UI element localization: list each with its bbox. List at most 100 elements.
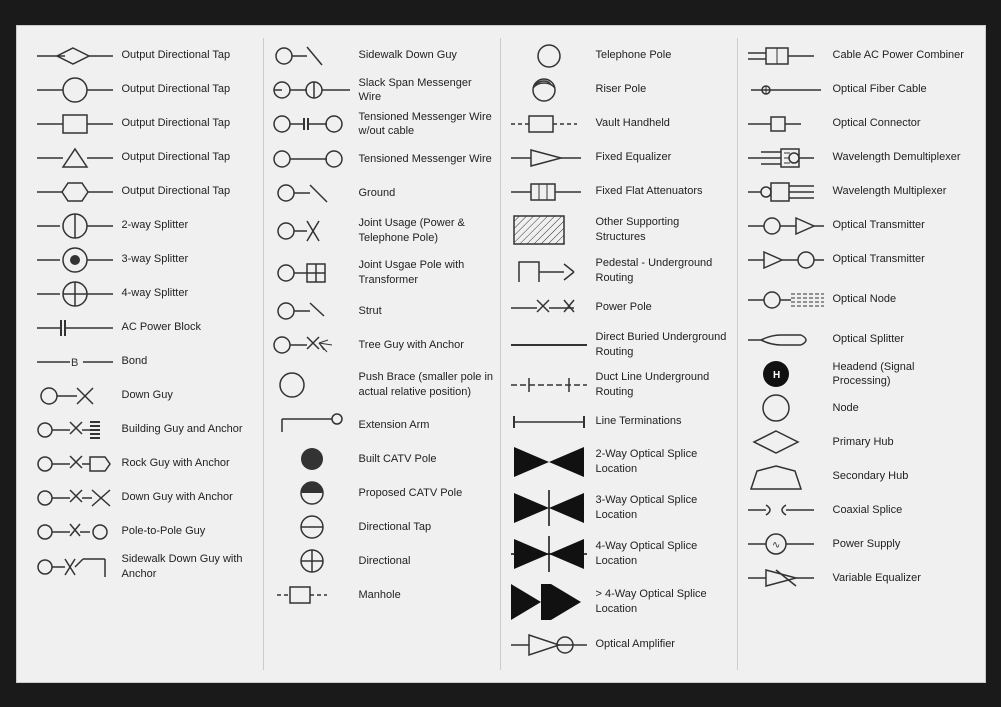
list-item: Sidewalk Down Guy bbox=[270, 42, 494, 70]
label: Headend (Signal Processing) bbox=[833, 360, 969, 389]
symbol-4way-optical-splice bbox=[507, 534, 592, 574]
label: Down Guy bbox=[122, 388, 173, 402]
list-item: Joint Usgae Pole with Transformer bbox=[270, 255, 494, 291]
list-item: Other Supporting Structures bbox=[507, 212, 731, 248]
symbol-extension-arm bbox=[270, 412, 355, 438]
list-item: Ground bbox=[270, 179, 494, 207]
list-item: Line Terminations bbox=[507, 408, 731, 436]
label: Output Directional Tap bbox=[122, 116, 231, 130]
list-item: Secondary Hub bbox=[744, 462, 969, 490]
symbol-square-line bbox=[33, 111, 118, 137]
label: Duct Line Underground Routing bbox=[596, 370, 731, 399]
label: Tree Guy with Anchor bbox=[359, 338, 464, 352]
symbol-strut bbox=[270, 298, 355, 324]
label: 3-Way Optical Splice Location bbox=[596, 493, 731, 522]
symbol-pedestal-underground bbox=[507, 254, 592, 288]
label: Sidewalk Down Guy with Anchor bbox=[122, 552, 257, 581]
svg-text:H: H bbox=[773, 370, 780, 381]
symbol-circle-line bbox=[33, 77, 118, 103]
symbol-wavelength-demux bbox=[744, 145, 829, 171]
label: 4-way Splitter bbox=[122, 286, 189, 300]
list-item: Variable Equalizer bbox=[744, 564, 969, 592]
label: Joint Usgae Pole with Transformer bbox=[359, 258, 494, 287]
symbol-optical-amplifier bbox=[507, 630, 592, 660]
symbol-fixed-equalizer bbox=[507, 145, 592, 171]
list-item: Power Pole bbox=[507, 294, 731, 322]
symbol-building-guy-anchor bbox=[33, 417, 118, 443]
label: Ground bbox=[359, 186, 396, 200]
label: Rock Guy with Anchor bbox=[122, 456, 230, 470]
list-item: Output Directional Tap bbox=[33, 110, 257, 138]
symbol-cable-ac-power-combiner bbox=[744, 43, 829, 69]
label: Telephone Pole bbox=[596, 48, 672, 62]
label: 3-way Splitter bbox=[122, 252, 189, 266]
symbol-node bbox=[744, 395, 829, 421]
symbol-sidewalk-down-guy bbox=[270, 43, 355, 69]
column-1: Output Directional Tap Output Directiona… bbox=[27, 38, 264, 670]
label: Vault Handheld bbox=[596, 116, 670, 130]
column-2: Sidewalk Down Guy Slack Span Messenger W… bbox=[264, 38, 501, 670]
symbol-riser-pole bbox=[507, 77, 592, 103]
label: Building Guy and Anchor bbox=[122, 422, 243, 436]
symbol-pole-to-pole-guy bbox=[33, 519, 118, 545]
list-item: Pole-to-Pole Guy bbox=[33, 518, 257, 546]
list-item: 4-Way Optical Splice Location bbox=[507, 534, 731, 574]
label: Coaxial Splice bbox=[833, 503, 903, 517]
symbol-push-brace bbox=[270, 367, 355, 403]
label: Wavelength Demultiplexer bbox=[833, 150, 961, 164]
label: Pole-to-Pole Guy bbox=[122, 524, 206, 538]
symbol-tree-guy-anchor bbox=[270, 332, 355, 358]
label: 2-Way Optical Splice Location bbox=[596, 447, 731, 476]
symbol-3way-splitter bbox=[33, 247, 118, 273]
list-item: Directional Tap bbox=[270, 513, 494, 541]
label: Riser Pole bbox=[596, 82, 647, 96]
label: Sidewalk Down Guy bbox=[359, 48, 457, 62]
column-4: Cable AC Power Combiner Optical Fiber Ca… bbox=[738, 38, 975, 670]
list-item: Pedestal - Underground Routing bbox=[507, 254, 731, 288]
list-item: Duct Line Underground Routing bbox=[507, 368, 731, 402]
symbol-other-supporting bbox=[507, 212, 592, 248]
list-item: Node bbox=[744, 394, 969, 422]
label: Output Directional Tap bbox=[122, 48, 231, 62]
list-item: Optical Transmitter bbox=[744, 212, 969, 240]
label: 4-Way Optical Splice Location bbox=[596, 539, 731, 568]
list-item: Output Directional Tap bbox=[33, 178, 257, 206]
symbol-direct-buried bbox=[507, 328, 592, 362]
label: Optical Connector bbox=[833, 116, 921, 130]
list-item: Strut bbox=[270, 297, 494, 325]
symbol-power-supply: ∿ bbox=[744, 531, 829, 557]
symbol-ground bbox=[270, 180, 355, 206]
label: Primary Hub bbox=[833, 435, 894, 449]
list-item: B Bond bbox=[33, 348, 257, 376]
symbol-4plus-optical-splice bbox=[507, 580, 592, 624]
label: Manhole bbox=[359, 588, 401, 602]
symbol-optical-node bbox=[744, 280, 829, 320]
symbol-2way-optical-splice bbox=[507, 442, 592, 482]
list-item: 3-way Splitter bbox=[33, 246, 257, 274]
symbol-power-pole bbox=[507, 295, 592, 321]
label: Power Supply bbox=[833, 537, 901, 551]
symbol-optical-transmitter-1 bbox=[744, 213, 829, 239]
label: Output Directional Tap bbox=[122, 184, 231, 198]
symbol-duct-line bbox=[507, 368, 592, 402]
label: Other Supporting Structures bbox=[596, 215, 731, 244]
label: Optical Fiber Cable bbox=[833, 82, 927, 96]
list-item: Proposed CATV Pole bbox=[270, 479, 494, 507]
list-item: Optical Node bbox=[744, 280, 969, 320]
svg-text:B: B bbox=[71, 357, 78, 369]
list-item: Built CATV Pole bbox=[270, 445, 494, 473]
label: Optical Amplifier bbox=[596, 637, 675, 651]
list-item: Tensioned Messenger Wire bbox=[270, 145, 494, 173]
symbol-sidewalk-down-guy-anchor bbox=[33, 552, 118, 582]
label: Output Directional Tap bbox=[122, 150, 231, 164]
label: Bond bbox=[122, 354, 148, 368]
list-item: Down Guy with Anchor bbox=[33, 484, 257, 512]
symbol-fixed-flat-attenuators bbox=[507, 179, 592, 205]
symbol-optical-connector bbox=[744, 111, 829, 137]
list-item: 2-way Splitter bbox=[33, 212, 257, 240]
symbol-2way-splitter bbox=[33, 213, 118, 239]
symbol-tensioned-wire bbox=[270, 146, 355, 172]
label: Pedestal - Underground Routing bbox=[596, 256, 731, 285]
symbol-bond: B bbox=[33, 349, 118, 375]
list-item: > 4-Way Optical Splice Location bbox=[507, 580, 731, 624]
